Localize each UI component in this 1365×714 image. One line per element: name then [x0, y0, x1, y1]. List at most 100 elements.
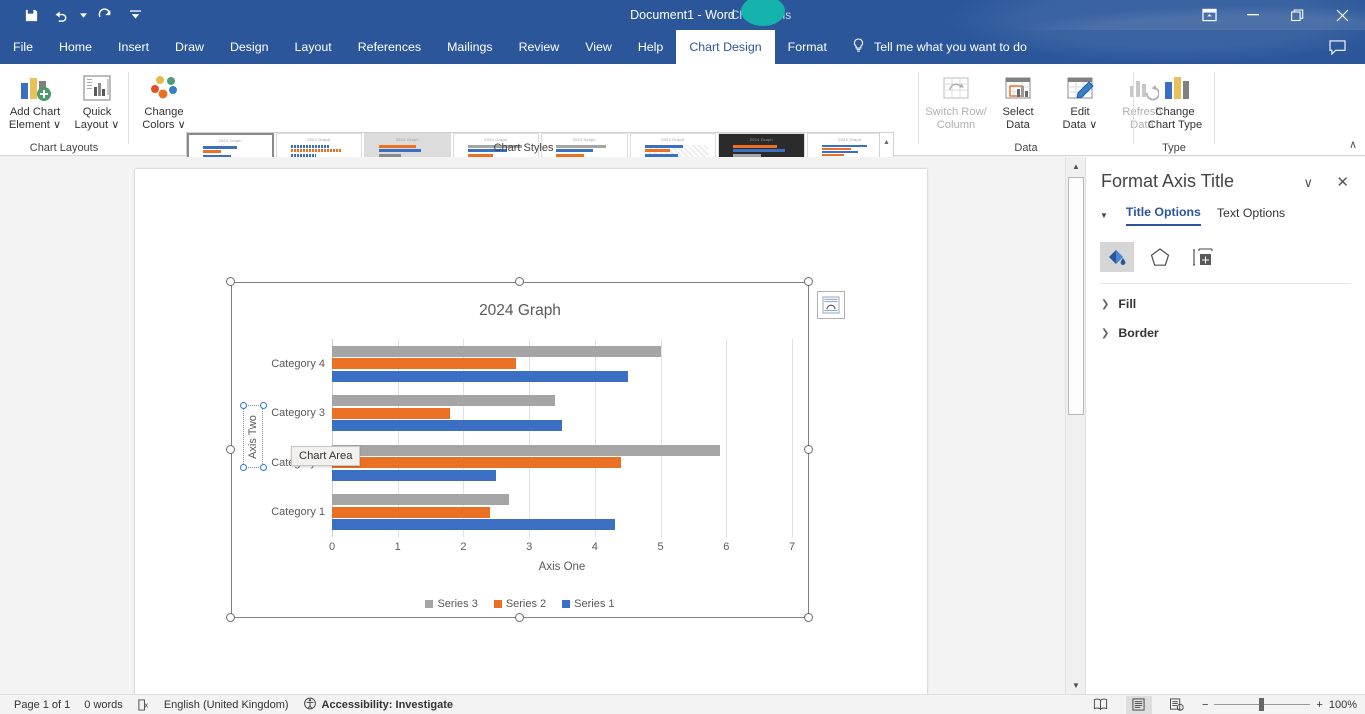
change-colors-line1: Change — [144, 106, 184, 118]
axis-title-handle-top-left[interactable] — [240, 402, 247, 409]
bar-series-2-category-3[interactable] — [332, 407, 451, 419]
axis-title-handle-bottom-left[interactable] — [240, 464, 247, 471]
legend-item-series-2[interactable]: Series 2 — [493, 598, 546, 610]
pane-section-border[interactable]: ❯ Border — [1101, 326, 1159, 340]
bar-series-3-category-4[interactable] — [332, 345, 661, 357]
proofing-errors-icon[interactable]: x — [137, 698, 150, 711]
bar-series-1-category-2[interactable] — [332, 469, 497, 481]
status-language[interactable]: English (United Kingdom) — [164, 699, 289, 711]
effects-icon[interactable] — [1143, 242, 1177, 272]
comments-button[interactable] — [1317, 30, 1357, 64]
chart-handle-bottom-right[interactable] — [804, 613, 813, 622]
fill-and-line-icon[interactable] — [1100, 242, 1134, 272]
bar-series-1-category-1[interactable] — [332, 519, 615, 531]
zoom-slider-thumb[interactable] — [1259, 698, 1265, 711]
pane-close-icon[interactable]: ✕ — [1336, 173, 1349, 191]
quick-access-toolbar — [16, 0, 150, 30]
axis-title-vertical[interactable]: Axis Two — [243, 405, 263, 468]
tab-mailings[interactable]: Mailings — [434, 30, 505, 64]
status-accessibility[interactable]: Accessibility: Investigate — [303, 697, 453, 713]
bar-series-2-category-2[interactable] — [332, 457, 622, 469]
bar-series-3-category-2[interactable] — [332, 444, 720, 456]
zoom-level-label[interactable]: 100% — [1329, 699, 1357, 711]
pane-tab-text-options[interactable]: Text Options — [1217, 206, 1285, 225]
chart-handle-middle-left[interactable] — [226, 445, 235, 454]
tab-layout[interactable]: Layout — [282, 30, 345, 64]
pane-expander-icon[interactable]: ▼ — [1100, 211, 1108, 220]
pane-section-fill[interactable]: ❯ Fill — [1101, 297, 1136, 311]
chart-object[interactable]: 2024 Graph Axis Two Category 1Category 2… — [226, 277, 845, 622]
chart-handle-bottom-left[interactable] — [226, 613, 235, 622]
view-print-layout-button[interactable] — [1125, 695, 1152, 714]
customize-qat-icon[interactable] — [120, 2, 150, 28]
chart-handle-top-left[interactable] — [226, 277, 235, 286]
chart-handle-middle-right[interactable] — [804, 445, 813, 454]
tab-chart-design[interactable]: Chart Design — [676, 30, 775, 64]
switch-row-column-button[interactable]: Switch Row/ Column — [925, 64, 987, 132]
save-icon[interactable] — [16, 2, 46, 28]
change-chart-type-button[interactable]: Change Chart Type — [1142, 64, 1208, 132]
scroll-up-icon[interactable]: ▲ — [1066, 157, 1086, 175]
zoom-slider[interactable]: − + 100% — [1202, 698, 1357, 711]
chart-handle-top-center[interactable] — [515, 277, 524, 286]
chart-handle-top-right[interactable] — [804, 277, 813, 286]
chart-handle-bottom-center[interactable] — [515, 613, 524, 622]
axis-title-horizontal[interactable]: Axis One — [332, 561, 792, 573]
tab-view[interactable]: View — [572, 30, 625, 64]
legend-item-series-3[interactable]: Series 3 — [425, 598, 478, 610]
scrollbar-thumb[interactable] — [1068, 177, 1084, 415]
tell-me-search[interactable]: Tell me what you want to do — [852, 30, 1027, 64]
vertical-scrollbar[interactable]: ▲ ▼ — [1065, 157, 1086, 694]
edit-data-button[interactable]: Edit Data ∨ — [1049, 64, 1111, 132]
view-web-layout-button[interactable] — [1164, 696, 1190, 714]
status-word-count[interactable]: 0 words — [84, 699, 123, 711]
bar-series-2-category-1[interactable] — [332, 506, 490, 518]
tab-references[interactable]: References — [345, 30, 434, 64]
zoom-slider-track[interactable] — [1214, 698, 1311, 711]
zoom-out-button[interactable]: − — [1202, 699, 1208, 711]
scroll-down-icon[interactable]: ▼ — [1066, 676, 1086, 694]
bar-series-3-category-1[interactable] — [332, 494, 510, 506]
layout-options-button[interactable] — [817, 291, 845, 319]
bar-series-1-category-4[interactable] — [332, 370, 628, 382]
size-and-properties-icon[interactable] — [1186, 242, 1220, 272]
axis-title-handle-bottom-right[interactable] — [260, 464, 267, 471]
pane-chevron-icon[interactable]: ∨ — [1303, 175, 1313, 191]
legend-item-series-1[interactable]: Series 1 — [562, 598, 615, 610]
chart-plot-area[interactable]: Category 1Category 2Category 3Category 4… — [271, 339, 795, 573]
tab-help[interactable]: Help — [625, 30, 676, 64]
bar-series-3-category-3[interactable] — [332, 395, 556, 407]
tab-insert[interactable]: Insert — [105, 30, 162, 64]
undo-dropdown-icon[interactable] — [76, 2, 90, 28]
pane-tab-title-options[interactable]: Title Options — [1125, 205, 1201, 226]
bar-series-1-category-3[interactable] — [332, 420, 562, 432]
select-data-button[interactable]: Select Data — [987, 64, 1049, 132]
tab-design[interactable]: Design — [217, 30, 282, 64]
tab-review[interactable]: Review — [506, 30, 573, 64]
change-chart-type-line1: Change — [1155, 106, 1195, 118]
ribbon-group-data: Switch Row/ Column Select Data Edit Data… — [919, 64, 1162, 156]
chart-title[interactable]: 2024 Graph — [231, 302, 809, 320]
chart-legend[interactable]: Series 3 Series 2 Series 1 — [231, 598, 809, 610]
zoom-in-button[interactable]: + — [1316, 699, 1322, 711]
bar-series-2-category-4[interactable] — [332, 358, 516, 370]
collapse-ribbon-button[interactable]: ∧ — [1349, 138, 1357, 151]
ribbon-tabs-row: File Home Insert Draw Design Layout Refe… — [0, 0, 1365, 64]
quick-layout-button[interactable]: Quick Layout ∨ — [66, 64, 128, 132]
tab-draw[interactable]: Draw — [162, 30, 217, 64]
change-colors-button[interactable]: Change Colors ∨ — [133, 64, 195, 132]
axis-title-handle-top-right[interactable] — [260, 402, 267, 409]
undo-icon[interactable] — [46, 2, 76, 28]
status-page[interactable]: Page 1 of 1 — [14, 699, 70, 711]
document-page[interactable]: 2024 Graph Axis Two Category 1Category 2… — [135, 169, 927, 702]
tab-home[interactable]: Home — [46, 30, 105, 64]
add-chart-element-button[interactable]: Add Chart Element ∨ — [4, 64, 66, 132]
tab-format[interactable]: Format — [775, 30, 840, 64]
group-label-type: Type — [1162, 142, 1186, 154]
pane-divider — [1100, 283, 1351, 284]
add-chart-element-icon — [18, 70, 52, 106]
view-read-mode-button[interactable] — [1088, 696, 1114, 714]
legend-swatch-series-1 — [562, 600, 571, 608]
redo-icon[interactable] — [90, 2, 120, 28]
tab-file[interactable]: File — [0, 30, 46, 64]
